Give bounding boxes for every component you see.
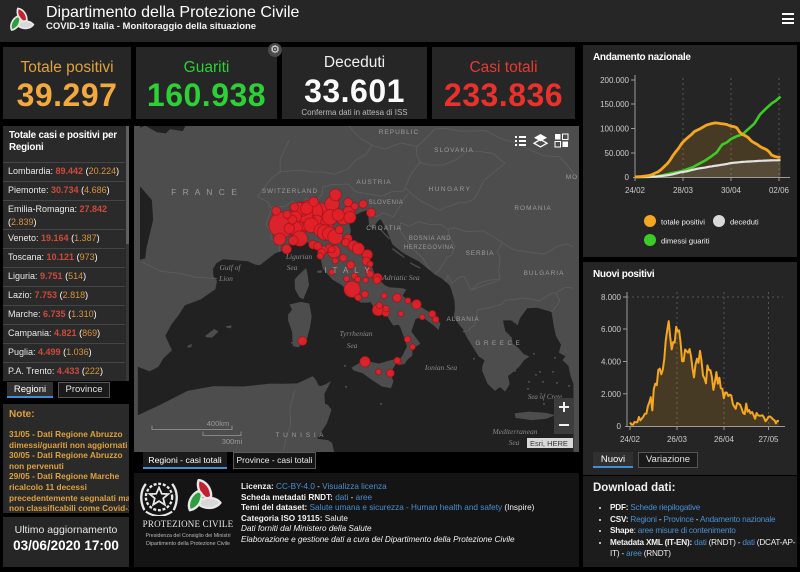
svg-text:Adriatic Sea: Adriatic Sea xyxy=(381,273,420,282)
svg-text:26/04: 26/04 xyxy=(714,435,735,444)
svg-text:SWITZERLAND: SWITZERLAND xyxy=(262,188,318,195)
svg-text:deceduti: deceduti xyxy=(730,218,759,227)
svg-text:300mi: 300mi xyxy=(222,437,243,446)
svg-text:8.000: 8.000 xyxy=(601,293,622,302)
svg-text:50.000: 50.000 xyxy=(605,149,630,158)
svg-text:F R A N C E: F R A N C E xyxy=(171,187,239,197)
svg-text:Esri, HERE: Esri, HERE xyxy=(530,439,568,448)
svg-text:MO: MO xyxy=(566,174,578,181)
svg-text:Ionian Sea: Ionian Sea xyxy=(424,363,458,372)
svg-text:02/06: 02/06 xyxy=(769,186,790,195)
svg-text:0: 0 xyxy=(617,422,622,431)
svg-text:Mediterranean: Mediterranean xyxy=(492,427,538,436)
svg-text:2.000: 2.000 xyxy=(601,390,622,399)
svg-text:HERZEGOVINA: HERZEGOVINA xyxy=(404,245,454,251)
svg-text:200.000: 200.000 xyxy=(600,76,629,85)
svg-text:HUNGARY: HUNGARY xyxy=(429,186,472,193)
svg-text:Gulf of: Gulf of xyxy=(219,263,241,272)
svg-text:26/03: 26/03 xyxy=(667,435,688,444)
svg-text:Sea: Sea xyxy=(347,341,358,350)
svg-text:24/02: 24/02 xyxy=(625,186,646,195)
svg-text:G R E E C E: G R E E C E xyxy=(475,340,520,347)
svg-text:400km: 400km xyxy=(207,419,230,428)
svg-text:AUSTRIA: AUSTRIA xyxy=(356,179,391,186)
svg-text:dimessi guariti: dimessi guariti xyxy=(661,237,710,246)
svg-text:6.000: 6.000 xyxy=(601,325,622,334)
svg-text:CROATIA: CROATIA xyxy=(366,225,401,232)
svg-text:28/03: 28/03 xyxy=(673,186,694,195)
svg-text:SLOVENIA: SLOVENIA xyxy=(369,200,404,206)
svg-text:ALBANIA: ALBANIA xyxy=(446,316,479,323)
svg-text:Sea: Sea xyxy=(287,263,298,272)
svg-text:totale positivi: totale positivi xyxy=(661,218,705,227)
svg-text:I T A L Y: I T A L Y xyxy=(324,266,372,275)
svg-text:SERBIA: SERBIA xyxy=(466,250,495,257)
svg-text:100.000: 100.000 xyxy=(600,125,629,134)
svg-text:Lion: Lion xyxy=(218,274,233,283)
svg-text:24/02: 24/02 xyxy=(620,435,641,444)
svg-text:27/05: 27/05 xyxy=(758,435,779,444)
svg-text:Ligurian: Ligurian xyxy=(285,252,313,261)
svg-text:0: 0 xyxy=(625,173,630,182)
svg-text:Tyrrhenian: Tyrrhenian xyxy=(339,329,372,338)
svg-text:SLOVAKIA: SLOVAKIA xyxy=(434,147,474,154)
svg-text:30/04: 30/04 xyxy=(721,186,742,195)
svg-text:BULGARIA: BULGARIA xyxy=(524,270,565,277)
svg-text:T U N I S I A: T U N I S I A xyxy=(275,432,324,439)
svg-text:ROMANIA: ROMANIA xyxy=(514,205,551,212)
svg-text:BOSNIA AND: BOSNIA AND xyxy=(409,236,451,242)
svg-text:REPUBLIC: REPUBLIC xyxy=(379,129,420,136)
svg-text:4.000: 4.000 xyxy=(601,358,622,367)
svg-text:150.000: 150.000 xyxy=(600,100,629,109)
svg-text:Sea: Sea xyxy=(509,438,520,447)
